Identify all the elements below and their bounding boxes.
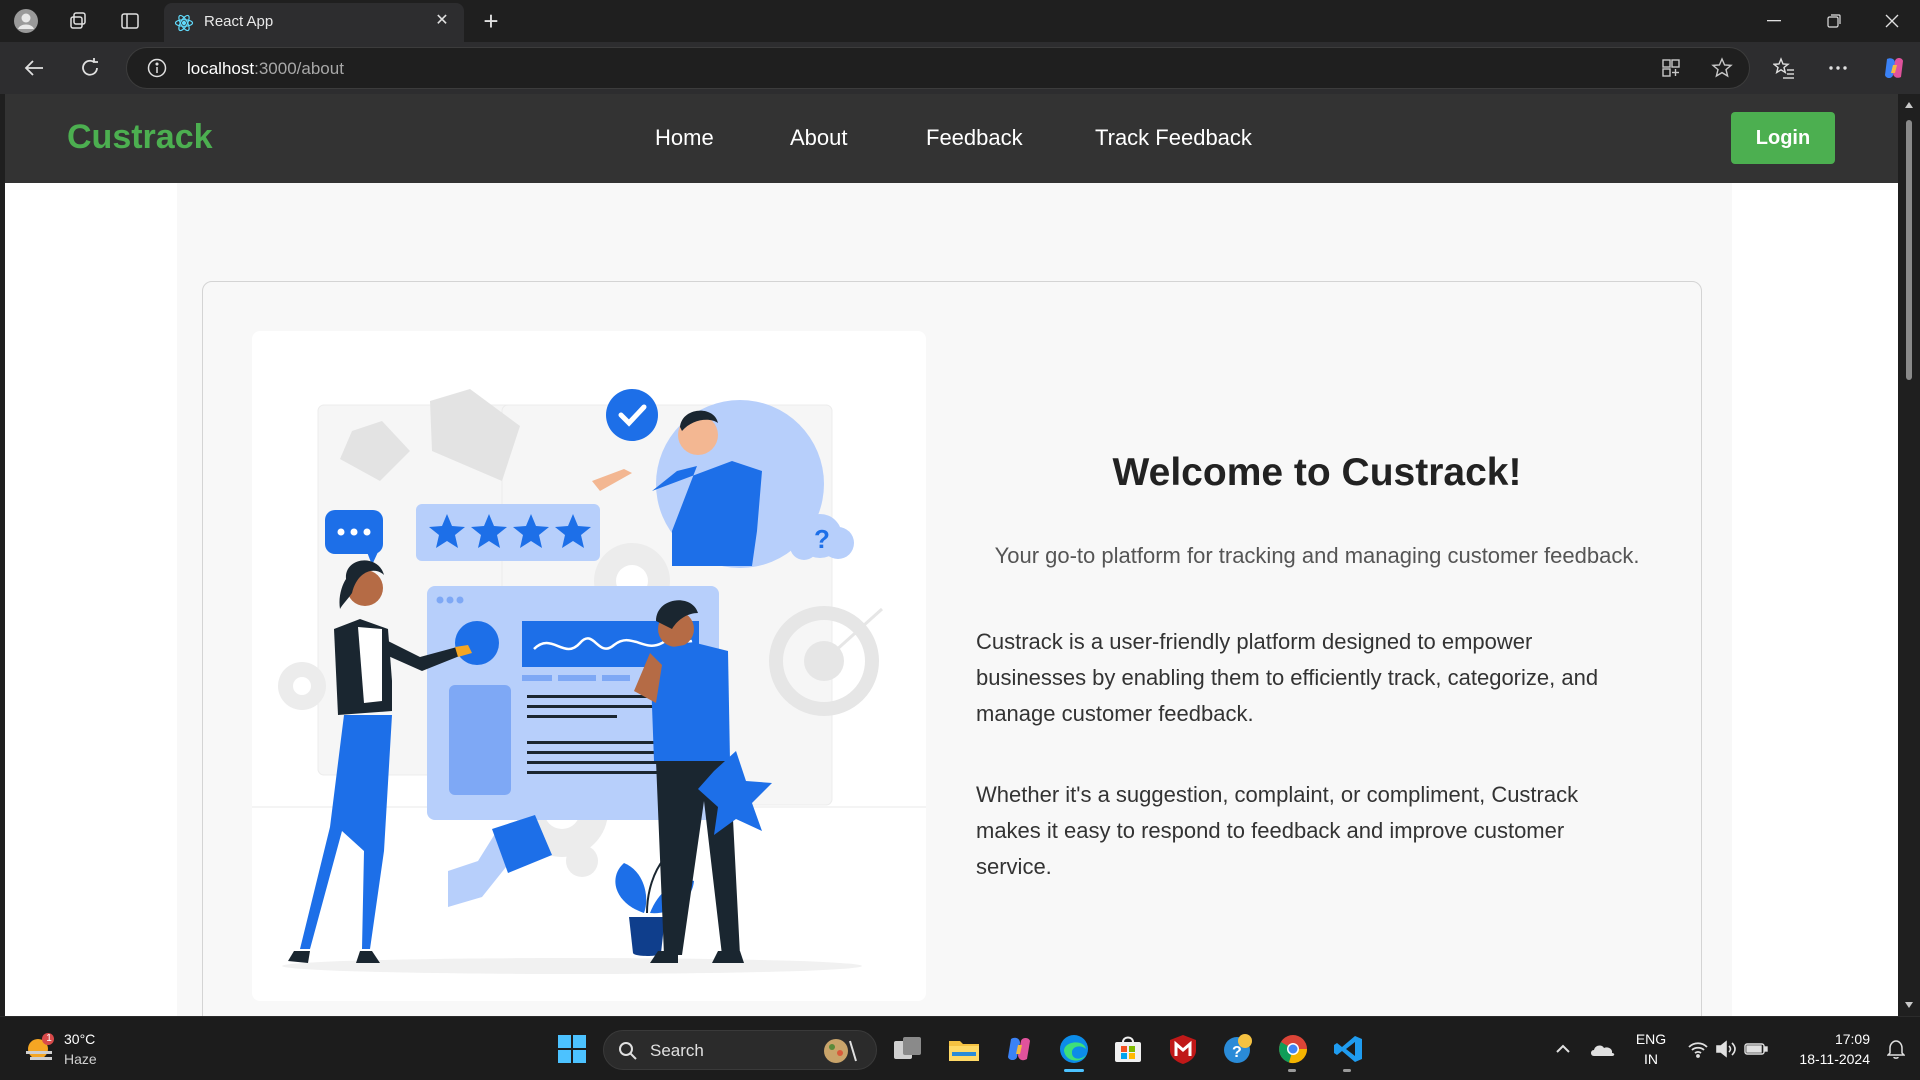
profile-icon[interactable] <box>12 8 40 34</box>
nav-feedback[interactable]: Feedback <box>926 125 1023 151</box>
refresh-icon[interactable] <box>72 51 108 85</box>
close-tab-icon[interactable]: ✕ <box>430 9 454 33</box>
svg-text:?: ? <box>814 524 830 554</box>
new-tab-button[interactable]: + <box>476 7 506 35</box>
taskbar-search[interactable]: Search <box>603 1030 877 1070</box>
language-region[interactable]: IN <box>1634 1051 1668 1067</box>
nav-track-feedback[interactable]: Track Feedback <box>1095 125 1252 151</box>
workspaces-icon[interactable] <box>64 8 92 34</box>
about-tagline: Your go-to platform for tracking and man… <box>994 543 1640 568</box>
about-paragraph-2: Whether it's a suggestion, complaint, or… <box>976 782 1579 879</box>
chevron-up-icon[interactable] <box>1545 1031 1581 1067</box>
minimize-icon[interactable] <box>1746 0 1802 42</box>
weather-icon[interactable]: 1 <box>22 1033 56 1068</box>
weather-badge: 1 <box>46 1033 52 1044</box>
browser-titlebar: React App ✕ + <box>0 0 1920 42</box>
taskbar: 1 30°C Haze Search ? ENG IN 17:09 18-11-… <box>0 1016 1920 1080</box>
battery-icon[interactable] <box>1738 1031 1774 1067</box>
back-icon[interactable] <box>16 51 52 85</box>
windows-start-icon[interactable] <box>554 1031 590 1067</box>
weather-description[interactable]: Haze <box>64 1051 97 1067</box>
search-label: Search <box>650 1041 704 1060</box>
favorites-icon[interactable] <box>1766 51 1802 85</box>
nav-home[interactable]: Home <box>655 125 714 151</box>
clock-time[interactable]: 17:09 <box>1780 1031 1870 1047</box>
file-explorer-icon[interactable] <box>946 1031 982 1067</box>
search-highlight-icon <box>822 1037 862 1070</box>
address-bar[interactable]: localhost:3000/about <box>126 47 1750 89</box>
svg-text:?: ? <box>1232 1044 1242 1061</box>
about-paragraph-1: Custrack is a user-friendly platform des… <box>976 629 1599 726</box>
task-view-icon[interactable] <box>890 1031 926 1067</box>
edge-browser-icon[interactable] <box>1056 1031 1092 1072</box>
running-indicator <box>1288 1069 1296 1072</box>
page-viewport: Custrack Home About Feedback Track Feedb… <box>5 94 1898 1016</box>
notification-bell-icon[interactable] <box>1878 1031 1914 1067</box>
login-button[interactable]: Login <box>1731 112 1835 164</box>
mcafee-icon[interactable] <box>1165 1031 1201 1067</box>
app-available-icon[interactable] <box>1661 58 1681 83</box>
nav-about[interactable]: About <box>790 125 848 151</box>
close-window-icon[interactable] <box>1864 0 1920 42</box>
about-heading: Welcome to Custrack! <box>1112 451 1522 494</box>
page-scrollbar[interactable] <box>1898 94 1920 1016</box>
tab-react-app[interactable]: React App ✕ <box>164 3 464 42</box>
more-options-icon[interactable] <box>1820 51 1856 85</box>
microsoft-store-icon[interactable] <box>1110 1031 1146 1067</box>
copilot-icon[interactable] <box>1876 51 1912 85</box>
copilot-app-icon[interactable] <box>1001 1031 1037 1067</box>
tab-title: React App <box>204 13 274 30</box>
browser-toolbar: localhost:3000/about <box>0 42 1920 94</box>
feedback-illustration: ? <box>252 331 926 1001</box>
search-icon <box>618 1041 638 1066</box>
app-navbar: Custrack Home About Feedback Track Feedb… <box>5 94 1898 183</box>
onedrive-icon[interactable] <box>1584 1031 1620 1067</box>
weather-temperature[interactable]: 30°C <box>64 1031 95 1047</box>
url-text: localhost:3000/about <box>187 59 344 78</box>
running-indicator <box>1343 1069 1351 1072</box>
clock-date[interactable]: 18-11-2024 <box>1780 1051 1870 1067</box>
tips-app-icon[interactable]: ? <box>1220 1031 1256 1067</box>
favorite-star-icon[interactable] <box>1711 57 1733 84</box>
chrome-icon[interactable] <box>1275 1031 1311 1072</box>
site-info-icon[interactable] <box>147 58 167 83</box>
brand-logo[interactable]: Custrack <box>67 118 213 157</box>
react-icon <box>174 13 194 33</box>
active-indicator <box>1064 1069 1084 1072</box>
vertical-tabs-icon[interactable] <box>116 8 144 34</box>
vscode-icon[interactable] <box>1330 1031 1366 1072</box>
language-code[interactable]: ENG <box>1634 1031 1668 1047</box>
restore-icon[interactable] <box>1806 0 1862 42</box>
